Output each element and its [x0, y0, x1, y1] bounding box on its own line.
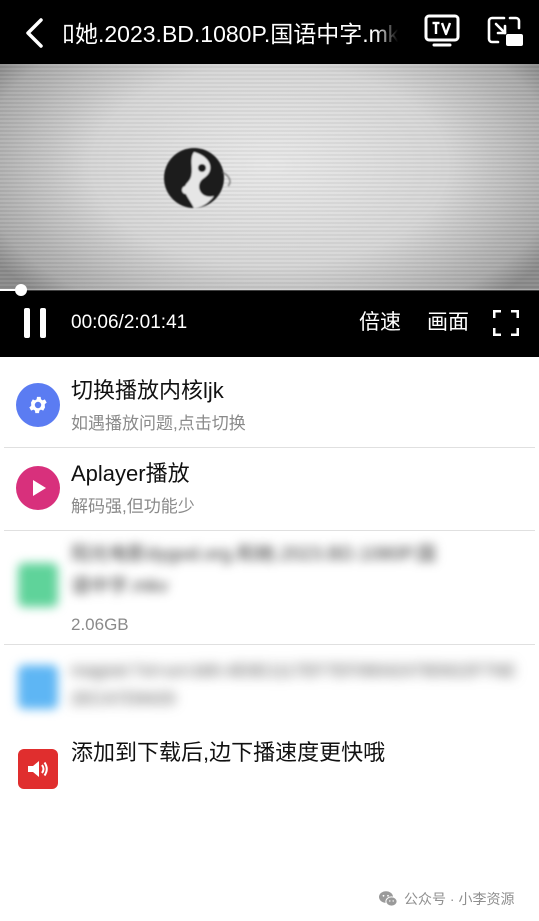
list-item-download-tip[interactable]: 添加到下载后,边下播速度更快哦	[0, 731, 539, 791]
download-tip-text: 添加到下载后,边下播速度更快哦	[71, 740, 386, 765]
playback-speed-button[interactable]: 倍速	[359, 309, 401, 337]
list-item-aplayer[interactable]: Aplayer播放 解码强,但功能少	[0, 448, 539, 530]
watermark: 公众号 · 小李资源	[378, 887, 514, 911]
seek-bar-thumb[interactable]	[15, 284, 28, 296]
playback-time: 00:06/2:01:41	[71, 312, 188, 333]
list-item-switch-kernel[interactable]: 切换播放内核ljk 如遇播放问题,点击切换	[0, 357, 539, 447]
seek-bar[interactable]	[0, 289, 539, 291]
gear-icon	[29, 396, 47, 414]
video-title: 和她.2023.BD.1080P.国语中字.mkv	[64, 21, 398, 47]
video-surface[interactable]	[0, 64, 539, 290]
magnet-link: magnet:?xt=urn:btih:4E6E1117EF7EF0604247…	[71, 661, 516, 708]
pause-icon	[40, 308, 46, 338]
pause-icon	[24, 308, 30, 338]
back-button[interactable]	[14, 14, 54, 52]
fullscreen-button[interactable]	[492, 309, 520, 337]
link-icon	[18, 665, 58, 709]
switch-kernel-subtitle: 如遇播放问题,点击切换	[71, 414, 246, 433]
chevron-left-icon	[26, 18, 43, 48]
picture-in-picture-icon	[487, 16, 523, 46]
watermark-text: 公众号 · 小李资源	[404, 891, 515, 907]
tv-icon	[424, 14, 460, 47]
yin-yang-image	[164, 148, 231, 208]
video-title-container: 和她.2023.BD.1080P.国语中字.mkv	[64, 18, 398, 50]
cast-tv-button[interactable]	[424, 14, 462, 50]
play-icon-badge	[16, 466, 60, 510]
list-item-magnet[interactable]: magnet:?xt=urn:btih:4E6E1117EF7EF0604247…	[0, 645, 539, 731]
list-item-file[interactable]: 阳光电影dygod.org.和她.2023.BD.1080P.国语中字.mkv …	[0, 531, 539, 644]
player-controls: 00:06/2:01:41 倍速 画面	[0, 284, 539, 357]
file-name: 阳光电影dygod.org.和她.2023.BD.1080P.国语中字.mkv	[71, 544, 437, 597]
aplayer-title: Aplayer播放	[71, 461, 190, 486]
speaker-icon	[28, 761, 48, 777]
play-icon	[33, 480, 46, 496]
picture-settings-button[interactable]: 画面	[427, 309, 469, 337]
pip-button[interactable]	[486, 14, 526, 50]
pause-button[interactable]	[22, 308, 48, 338]
switch-kernel-title: 切换播放内核ljk	[71, 378, 224, 403]
fullscreen-icon	[492, 309, 520, 337]
file-icon	[18, 563, 58, 607]
title-bar: 和她.2023.BD.1080P.国语中字.mkv	[0, 0, 539, 64]
file-size: 2.06GB	[71, 615, 129, 634]
wechat-icon	[379, 891, 398, 907]
gear-icon-badge	[16, 383, 60, 427]
speaker-icon-badge	[18, 749, 58, 789]
aplayer-subtitle: 解码强,但功能少	[71, 497, 195, 516]
